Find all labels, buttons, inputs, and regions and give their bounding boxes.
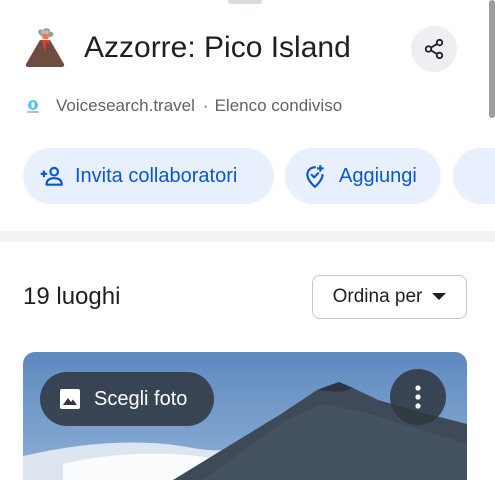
sort-label: Ordina per bbox=[332, 286, 423, 307]
add-location-icon bbox=[306, 165, 324, 189]
action-chips: Invita collaboratori Aggiungi bbox=[23, 148, 495, 204]
add-label: Aggiungi bbox=[339, 164, 417, 187]
caret-down-icon bbox=[432, 293, 447, 300]
more-vert-icon bbox=[415, 385, 421, 409]
choose-photo-button[interactable]: Scegli foto bbox=[40, 372, 214, 426]
more-actions-chip[interactable] bbox=[453, 148, 495, 204]
person-add-icon bbox=[40, 166, 63, 186]
meta-separator: · bbox=[202, 96, 209, 115]
add-place-button[interactable]: Aggiungi bbox=[285, 148, 441, 204]
choose-photo-label: Scegli foto bbox=[94, 387, 188, 410]
share-icon bbox=[424, 38, 444, 60]
source-logo-icon bbox=[27, 100, 39, 113]
invite-label: Invita collaboratori bbox=[75, 164, 238, 187]
sheet-drag-handle[interactable] bbox=[228, 0, 262, 4]
list-type-label: Elenco condiviso bbox=[214, 96, 343, 115]
source-name-link[interactable]: Voicesearch.travel bbox=[56, 96, 195, 116]
sort-button[interactable]: Ordina per bbox=[312, 275, 467, 319]
image-icon bbox=[60, 389, 80, 409]
invite-collaborators-button[interactable]: Invita collaboratori bbox=[23, 148, 274, 204]
share-button[interactable] bbox=[411, 26, 457, 72]
list-meta: Voicesearch.travel · Elenco condiviso bbox=[24, 94, 342, 118]
section-divider bbox=[0, 231, 495, 242]
place-card-photo[interactable]: Scegli foto bbox=[23, 352, 467, 480]
more-options-button[interactable] bbox=[390, 369, 446, 425]
header: Azzorre: Pico Island bbox=[0, 22, 495, 76]
places-count: 19 luoghi bbox=[23, 283, 121, 310]
volcano-icon bbox=[25, 28, 65, 67]
page-title: Azzorre: Pico Island bbox=[84, 31, 351, 64]
